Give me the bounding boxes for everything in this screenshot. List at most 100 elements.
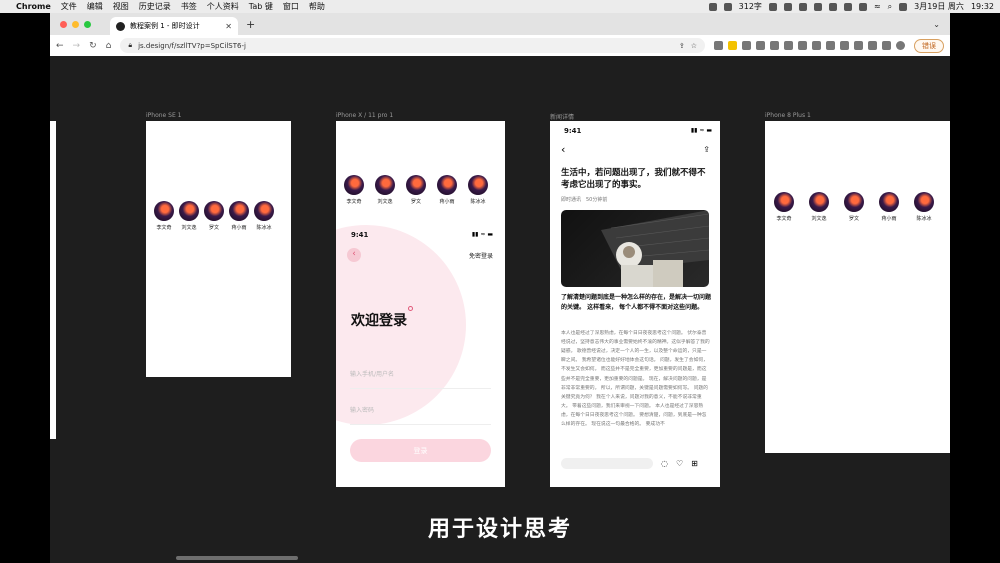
avatar-item[interactable]: 陈冰冰 xyxy=(914,192,934,222)
update-button[interactable]: 错误 xyxy=(914,38,944,53)
avatar-item[interactable]: 罗文 xyxy=(406,175,426,205)
menu-bar: Chrome 文件 编辑 视图 历史记录 书签 个人资料 Tab 键 窗口 帮助… xyxy=(0,0,1000,13)
extension-icon[interactable] xyxy=(770,41,779,50)
close-window-icon[interactable] xyxy=(60,20,67,28)
menu-date[interactable]: 3月19日 周六 xyxy=(914,1,964,12)
more-grid-icon[interactable]: ⊞ xyxy=(691,459,698,468)
frame-label[interactable]: 新闻详情 xyxy=(550,112,574,121)
avatar-item[interactable]: 蒋小雨 xyxy=(879,192,899,222)
share-icon[interactable]: ⇪ xyxy=(679,42,685,50)
partial-frame[interactable] xyxy=(50,121,56,439)
article-lead: 了解清楚问题到底是一种怎么样的存在，是解决一切问题的关键。 这样看来， 每个人都… xyxy=(561,294,712,311)
extension-icon[interactable] xyxy=(798,41,807,50)
comment-input[interactable] xyxy=(561,457,653,469)
status-app-icon[interactable] xyxy=(813,2,822,11)
control-center-icon[interactable] xyxy=(899,2,908,11)
iphone-x-frame[interactable]: 李文奇 刘文逸 罗文 蒋小雨 陈冰冰 9:41 ▮▮ ≈ ▬ ‹ 免密登录 欢迎… xyxy=(336,121,505,487)
browser-tab[interactable]: 教程案例 1 - 即时设计 ✕ xyxy=(110,17,238,35)
status-app-icon[interactable] xyxy=(828,2,837,11)
avatar-item[interactable]: 陈冰冰 xyxy=(468,175,488,205)
browser-toolbar: ← → ↻ ⌂ 🔒︎ js.design/f/szllTV?p=SpCilST6… xyxy=(50,35,950,56)
menu-help[interactable]: 帮助 xyxy=(309,1,325,12)
login-button[interactable]: 登录 xyxy=(350,439,491,462)
wifi-icon[interactable]: ≈ xyxy=(874,2,881,11)
avatar xyxy=(437,175,457,195)
close-tab-icon[interactable]: ✕ xyxy=(225,22,232,31)
extension-icon[interactable] xyxy=(868,41,877,50)
profile-avatar[interactable] xyxy=(896,41,905,50)
video-subtitle: 用于设计思考 xyxy=(427,517,572,542)
avatar-item[interactable]: 刘文逸 xyxy=(809,192,829,222)
status-app-icon[interactable] xyxy=(708,2,717,11)
menu-file[interactable]: 文件 xyxy=(61,1,77,12)
password-free-login-link[interactable]: 免密登录 xyxy=(469,251,493,260)
menu-edit[interactable]: 编辑 xyxy=(87,1,103,12)
chevron-down-icon[interactable]: ⌄ xyxy=(933,20,940,29)
search-icon[interactable]: ⌕ xyxy=(888,2,892,12)
menu-view[interactable]: 视图 xyxy=(113,1,129,12)
menu-bookmarks[interactable]: 书签 xyxy=(181,1,197,12)
reload-icon[interactable]: ↻ xyxy=(89,41,97,51)
avatar-item[interactable]: 蒋小雨 xyxy=(229,201,249,231)
back-icon[interactable]: ‹ xyxy=(561,143,565,156)
iphone-se-frame[interactable]: 李文奇 刘文逸 罗文 蒋小雨 陈冰冰 xyxy=(146,121,291,377)
avatar xyxy=(344,175,364,195)
status-app-icon[interactable] xyxy=(798,2,807,11)
avatar-item[interactable]: 刘文逸 xyxy=(179,201,199,231)
avatar-name: 蒋小雨 xyxy=(881,216,897,222)
zoom-window-icon[interactable] xyxy=(84,20,91,28)
frame-label[interactable]: iPhone X / 11 pro 1 xyxy=(336,112,393,119)
avatar-item[interactable]: 刘文逸 xyxy=(375,175,395,205)
menu-tab[interactable]: Tab 键 xyxy=(249,1,273,12)
extension-icon[interactable] xyxy=(728,41,737,50)
star-icon[interactable]: ☆ xyxy=(691,42,697,50)
extension-icon[interactable] xyxy=(812,41,821,50)
status-app-icon[interactable] xyxy=(723,2,732,11)
tab-bar: 教程案例 1 - 即时设计 ✕ + ⌄ xyxy=(50,13,950,35)
like-icon[interactable]: ♡ xyxy=(676,459,683,468)
extension-icon[interactable] xyxy=(826,41,835,50)
menu-time[interactable]: 19:32 xyxy=(971,2,994,11)
article-title: 生活中，若问题出现了，我们就不得不考虑它出现了的事实。 xyxy=(561,168,706,191)
menu-window[interactable]: 窗口 xyxy=(283,1,299,12)
extension-icon[interactable] xyxy=(742,41,751,50)
extension-icon[interactable] xyxy=(854,41,863,50)
forward-icon[interactable]: → xyxy=(73,41,81,51)
phone-input[interactable]: 输入手机/用户名 xyxy=(350,369,491,389)
avatar-item[interactable]: 李文奇 xyxy=(154,201,174,231)
extension-icon[interactable] xyxy=(840,41,849,50)
wechat-icon[interactable] xyxy=(783,2,792,11)
back-icon[interactable]: ← xyxy=(56,41,64,51)
battery-icon[interactable] xyxy=(858,2,867,11)
home-icon[interactable]: ⌂ xyxy=(106,41,112,51)
extension-icon[interactable] xyxy=(784,41,793,50)
avatar-item[interactable]: 罗文 xyxy=(844,192,864,222)
avatar-item[interactable]: 李文奇 xyxy=(344,175,364,205)
menu-history[interactable]: 历史记录 xyxy=(139,1,171,12)
avatar-item[interactable]: 陈冰冰 xyxy=(254,201,274,231)
menu-profile[interactable]: 个人资料 xyxy=(207,1,239,12)
avatar-item[interactable]: 蒋小雨 xyxy=(437,175,457,205)
password-input[interactable]: 输入密码 xyxy=(350,405,491,425)
volume-icon[interactable] xyxy=(843,2,852,11)
sidebar-icon[interactable] xyxy=(882,41,891,50)
avatar-item[interactable]: 罗文 xyxy=(204,201,224,231)
extension-icon[interactable] xyxy=(714,41,723,50)
iphone-8-plus-frame[interactable]: 李文奇 刘文逸 罗文 蒋小雨 陈冰冰 xyxy=(765,121,950,453)
frame-label[interactable]: iPhone SE 1 xyxy=(146,112,181,119)
word-count[interactable]: 312字 xyxy=(739,1,762,12)
horizontal-scrollbar[interactable] xyxy=(176,556,298,560)
design-canvas[interactable]: iPhone SE 1 李文奇 刘文逸 罗文 蒋小雨 陈冰冰 iPhone X … xyxy=(50,56,950,563)
share-icon[interactable]: ⇪ xyxy=(703,145,710,154)
avatar-item[interactable]: 李文奇 xyxy=(774,192,794,222)
back-button[interactable]: ‹ xyxy=(347,248,361,262)
address-bar[interactable]: 🔒︎ js.design/f/szllTV?p=SpCilST6-j ⇪ ☆ xyxy=(120,38,705,53)
microphone-icon[interactable] xyxy=(768,2,777,11)
extension-icon[interactable] xyxy=(756,41,765,50)
news-detail-frame[interactable]: 9:41 ▮▮ ≈ ▬ ‹ ⇪ 生活中，若问题出现了，我们就不得不考虑它出现了的… xyxy=(550,121,720,487)
comment-icon[interactable]: ◌ xyxy=(661,459,668,468)
minimize-window-icon[interactable] xyxy=(72,20,79,28)
frame-label[interactable]: iPhone 8 Plus 1 xyxy=(765,112,811,119)
menu-app-name[interactable]: Chrome xyxy=(16,2,51,11)
new-tab-button[interactable]: + xyxy=(246,18,255,31)
